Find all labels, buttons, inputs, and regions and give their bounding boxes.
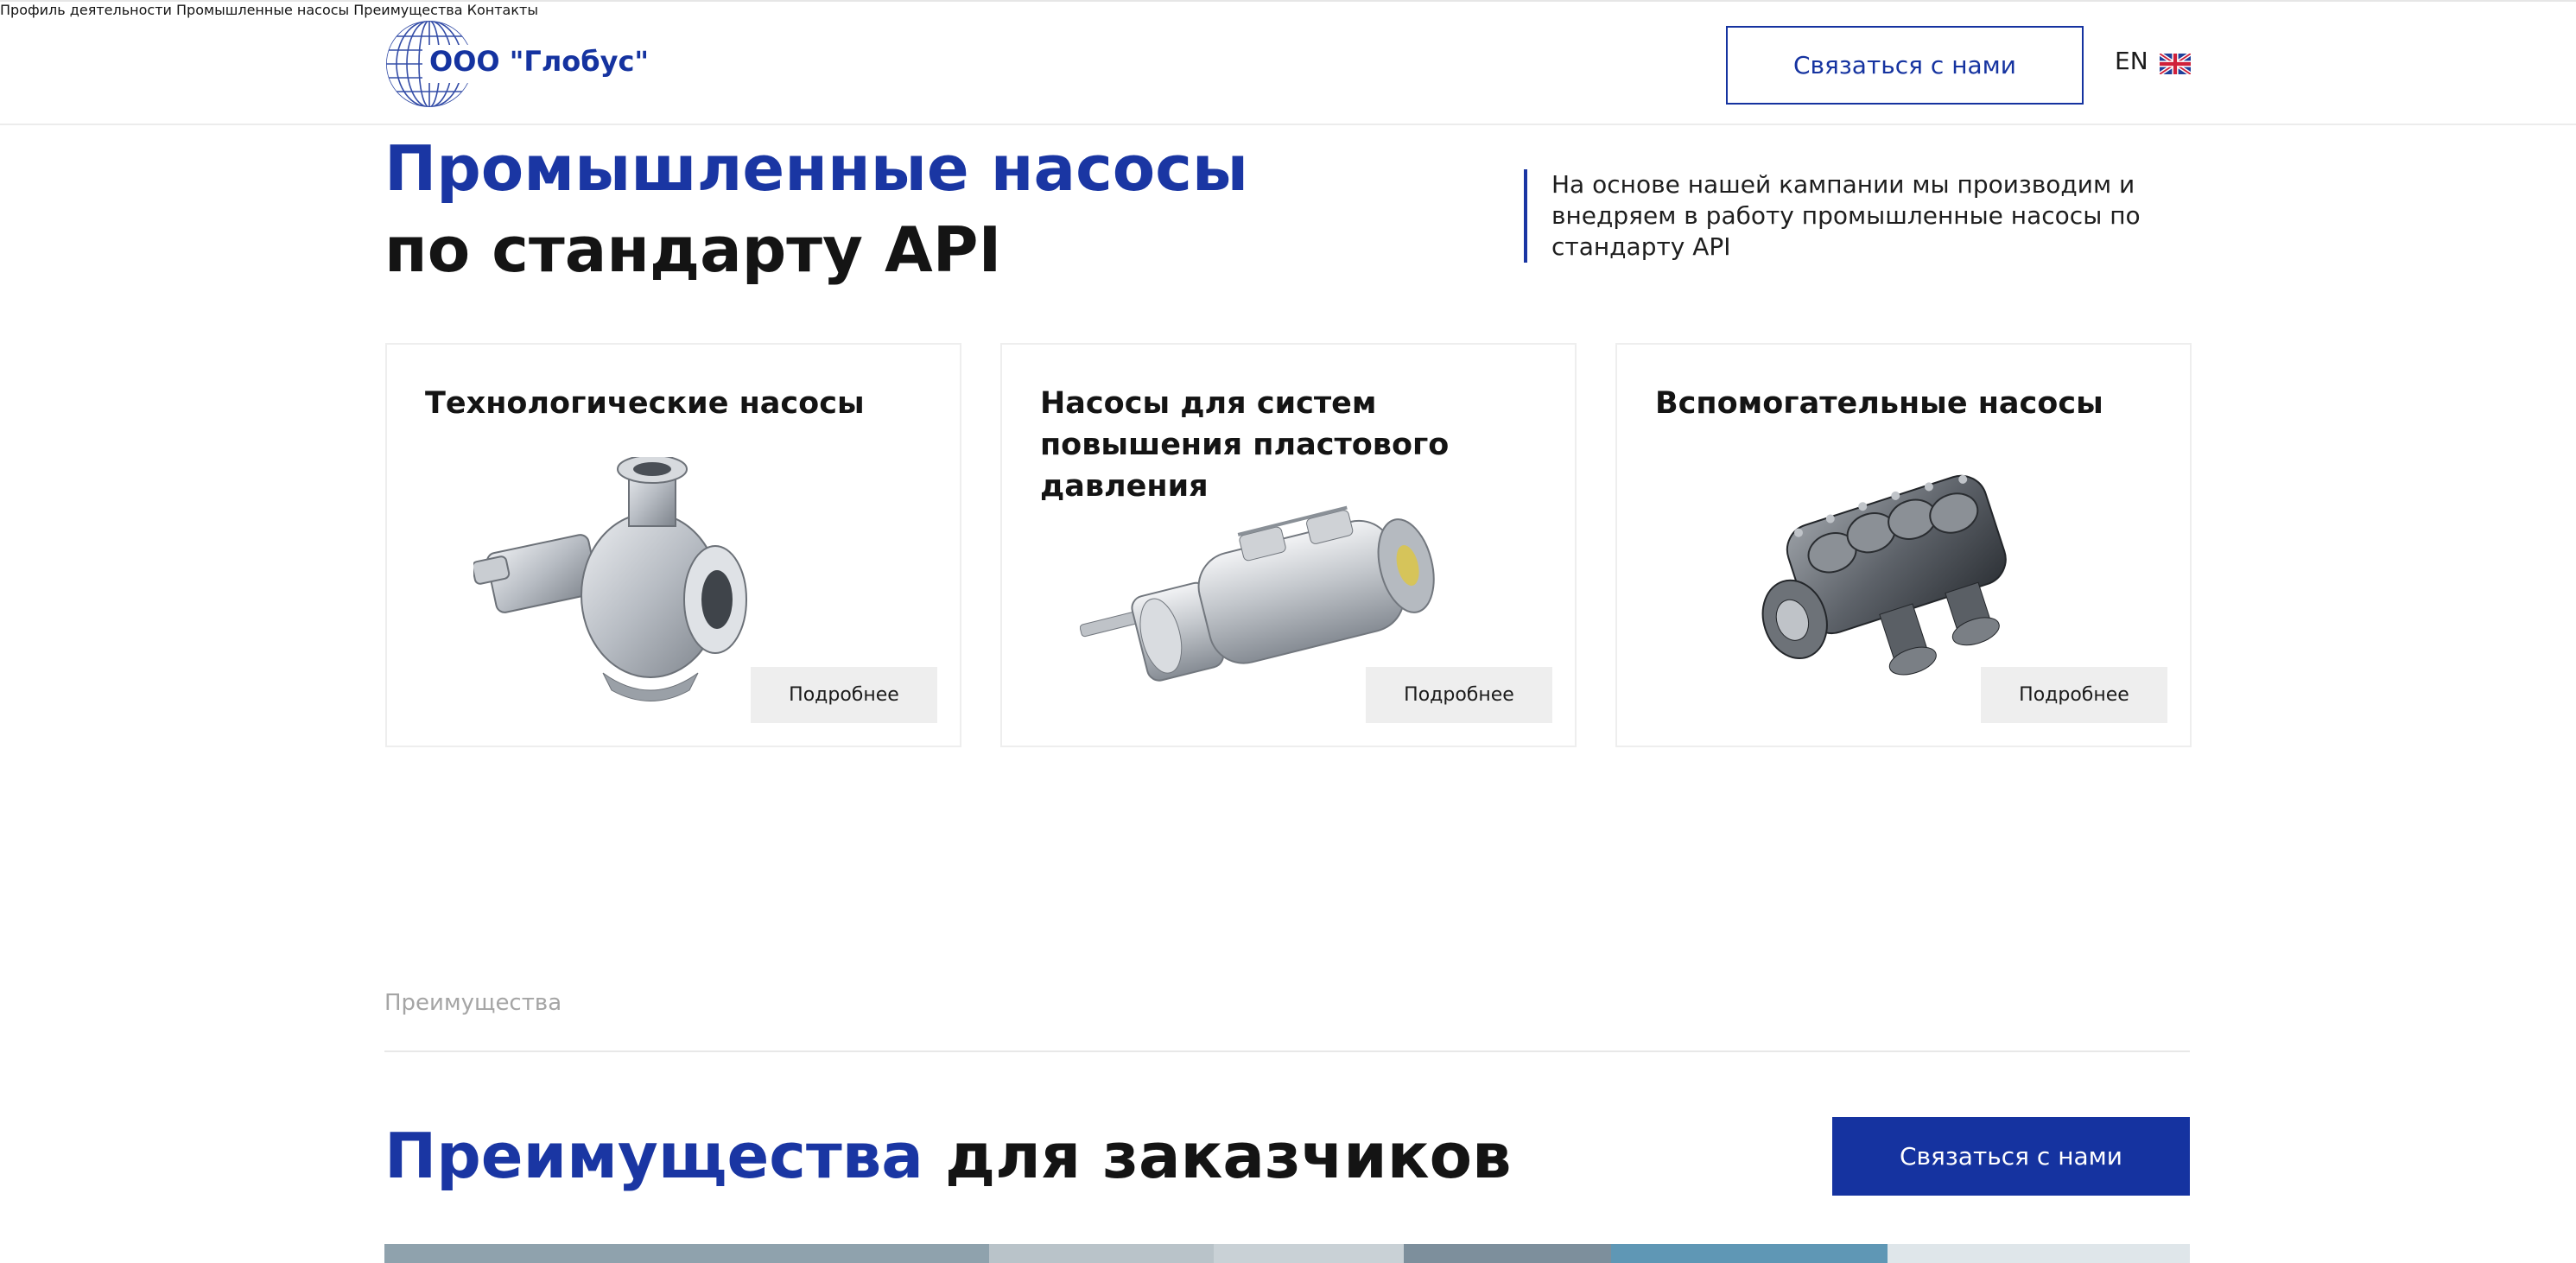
- logo-text: ООО "Глобус": [429, 45, 650, 78]
- product-card-injection-pumps[interactable]: Насосы для систем повышения пластового д…: [1000, 343, 1577, 747]
- card-title: Вспомогательные насосы: [1655, 386, 2103, 421]
- details-button[interactable]: Подробнее: [1981, 667, 2167, 723]
- industrial-photo-image: [384, 1244, 2190, 1263]
- card-title: Технологические насосы: [425, 386, 865, 421]
- contact-us-button-secondary[interactable]: Связаться с нами: [1832, 1117, 2190, 1196]
- details-button[interactable]: Подробнее: [751, 667, 937, 723]
- nav-item-profile[interactable]: Профиль деятельности: [0, 2, 172, 18]
- hero-description: На основе нашей кампании мы производим и…: [1524, 169, 2189, 263]
- main-nav: Профиль деятельности Промышленные насосы…: [0, 2, 2576, 18]
- advantages-title-accent: Преимущества: [384, 1120, 923, 1192]
- site-header: ООО "Глобус" Профиль деятельности Промыш…: [0, 0, 2576, 125]
- details-button[interactable]: Подробнее: [1366, 667, 1552, 723]
- language-switch[interactable]: EN: [2115, 47, 2148, 75]
- page-title-rest: по стандарту API: [384, 213, 1002, 286]
- contact-us-button[interactable]: Связаться с нами: [1726, 26, 2084, 105]
- section-divider: [384, 1050, 2190, 1052]
- uk-flag-icon[interactable]: [2160, 54, 2191, 74]
- section-label: Преимущества: [384, 990, 562, 1016]
- barrel-pump-image: [1080, 505, 1435, 682]
- advantages-title-rest: для заказчиков: [944, 1120, 1512, 1192]
- page-title-accent: Промышленные насосы: [384, 132, 1249, 205]
- split-case-pump-image: [1761, 474, 2007, 676]
- nav-item-advantages[interactable]: Преимущества: [353, 2, 462, 18]
- card-title: Насосы для систем повышения пластового д…: [1040, 386, 1450, 504]
- centrifugal-pump-image: [473, 457, 747, 701]
- nav-item-pumps[interactable]: Промышленные насосы: [176, 2, 349, 18]
- product-card-auxiliary-pumps[interactable]: Вспомогательные насосы Подробнее: [1615, 343, 2192, 747]
- page-title: Промышленные насосы по стандарту API: [384, 128, 1248, 290]
- advantages-title: Преимущества для заказчиков: [384, 1114, 1512, 1197]
- nav-item-contacts[interactable]: Контакты: [467, 2, 538, 18]
- product-card-process-pumps[interactable]: Технологические насосы Подробнее: [385, 343, 961, 747]
